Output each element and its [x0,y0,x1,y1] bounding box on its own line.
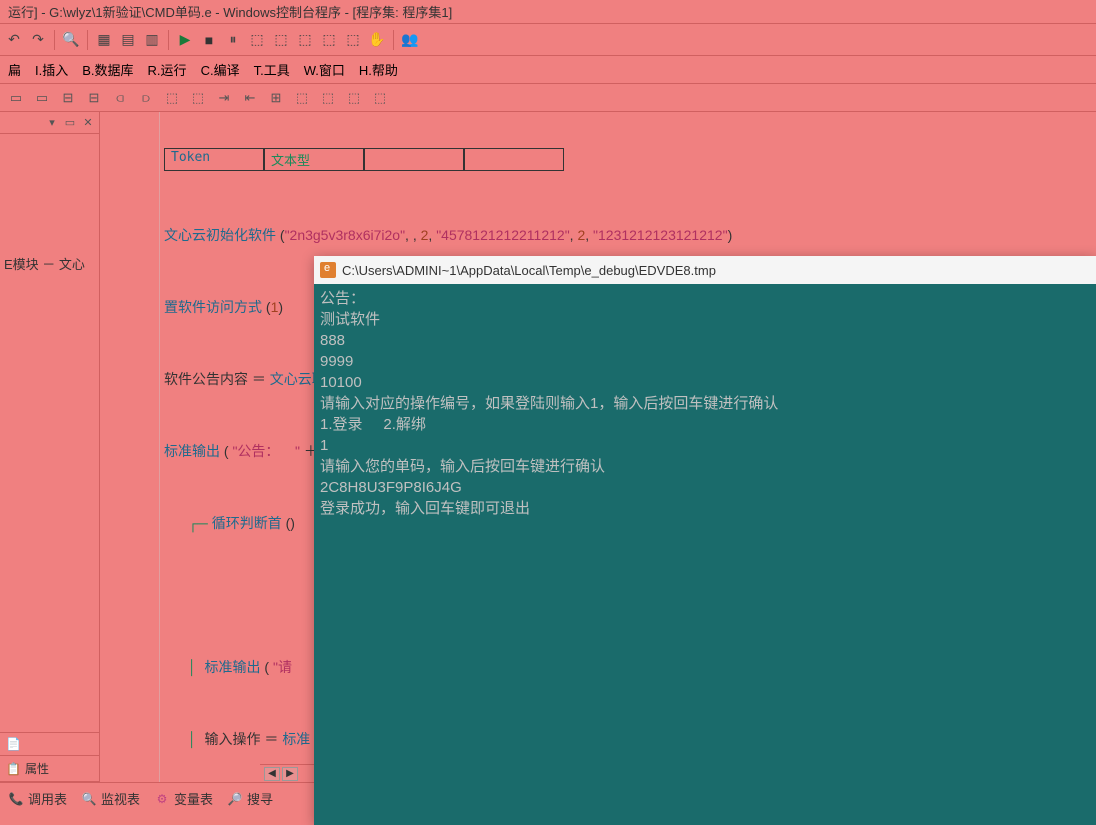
title-bar: 运行] - G:\wlyz\1新验证\CMD单码.e - Windows控制台程… [0,0,1096,24]
step4-icon[interactable]: ⬚ [319,30,339,50]
tool-icon-6[interactable]: ⫐ [136,88,156,108]
stop-icon[interactable]: ■ [199,30,219,50]
panel-close-icon[interactable]: ✕ [81,116,95,130]
hand-icon[interactable]: ✋ [367,30,387,50]
tool-icon-2[interactable]: ▭ [32,88,52,108]
sub-toolbar: ▭ ▭ ⊟ ⊟ ⫏ ⫐ ⬚ ⬚ ⇥ ⇤ ⊞ ⬚ ⬚ ⬚ ⬚ [0,84,1096,112]
tool-icon-3[interactable]: ⊟ [58,88,78,108]
call-table-label: 调用表 [28,789,67,808]
tab-prop-label: 属性 [25,760,49,777]
tool-icon-5[interactable]: ⫏ [110,88,130,108]
console-title-text: C:\Users\ADMINI~1\AppData\Local\Temp\e_d… [342,263,716,278]
separator [87,30,88,50]
call-table-icon: 📞 [8,791,24,807]
menu-edit[interactable]: 扁 [8,60,21,79]
panel-pin-icon[interactable]: ▭ [63,116,77,130]
menu-insert[interactable]: I.插入 [35,60,68,79]
layout3-icon[interactable]: ▥ [142,30,162,50]
find-icon[interactable]: 🔍 [61,30,81,50]
side-bottom-tabs: 📄 📋 属性 [0,732,99,782]
menu-run[interactable]: R.运行 [148,60,187,79]
app-icon [320,262,336,278]
var-empty-cell-2[interactable] [464,148,564,171]
step3-icon[interactable]: ⬚ [295,30,315,50]
breakpoint-icon[interactable]: ⬚ [343,30,363,50]
menu-tools[interactable]: T.工具 [254,60,290,79]
code-line: 文心云初始化软件 ("2n3g5v3r8x6i7i2o", , 2, "4578… [160,223,1096,247]
side-module-label: E模块 － 文心 [0,134,99,277]
tool-icon-7[interactable]: ⬚ [162,88,182,108]
tab-vars[interactable]: ⚙ 变量表 [154,789,213,808]
var-name-cell[interactable]: Token [164,148,264,171]
side-tab-icon-a[interactable]: 📄 [0,733,99,756]
separator [54,30,55,50]
module-icon[interactable]: 👥 [400,30,420,50]
vars-label: 变量表 [174,789,213,808]
menu-bar: 扁 I.插入 B.数据库 R.运行 C.编译 T.工具 W.窗口 H.帮助 [0,56,1096,84]
tool-icon-9[interactable]: ⇥ [214,88,234,108]
layout2-icon[interactable]: ▤ [118,30,138,50]
tab-search[interactable]: 🔎 搜寻 [227,789,273,808]
step1-icon[interactable]: ⬚ [247,30,267,50]
side-tab-properties[interactable]: 📋 属性 [0,756,99,782]
gutter [100,112,160,782]
vars-icon: ⚙ [154,791,170,807]
var-empty-cell-1[interactable] [364,148,464,171]
list-icon: 📋 [6,762,21,776]
watch-icon: 🔍 [81,791,97,807]
tool-icon-1[interactable]: ▭ [6,88,26,108]
menu-window[interactable]: W.窗口 [304,60,345,79]
console-title-bar[interactable]: C:\Users\ADMINI~1\AppData\Local\Temp\e_d… [314,256,1096,284]
side-panel: ▾ ▭ ✕ E模块 － 文心 📄 📋 属性 [0,112,100,782]
var-type-cell[interactable]: 文本型 [264,148,364,171]
toolbar-main: ↶ ↷ 🔍 ▦ ▤ ▥ ▶ ■ ⏸ ⬚ ⬚ ⬚ ⬚ ⬚ ✋ 👥 [0,24,1096,56]
search-icon: 🔎 [227,791,243,807]
watch-label: 监视表 [101,789,140,808]
tool-icon-10[interactable]: ⇤ [240,88,260,108]
tool-icon-4[interactable]: ⊟ [84,88,104,108]
var-table-row: Token 文本型 [164,148,1096,171]
panel-top-bar: ▾ ▭ ✕ [0,112,99,134]
run-icon[interactable]: ▶ [175,30,195,50]
console-output: 公告： 测试软件 888 9999 10100 请输入对应的操作编号，如果登陆则… [314,284,1096,523]
tool-icon-15[interactable]: ⬚ [370,88,390,108]
separator [393,30,394,50]
search-label: 搜寻 [247,789,273,808]
tool-icon-12[interactable]: ⬚ [292,88,312,108]
step2-icon[interactable]: ⬚ [271,30,291,50]
scroll-left-icon[interactable]: ◀ [264,767,280,781]
pause-icon[interactable]: ⏸ [223,30,243,50]
undo-icon[interactable]: ↶ [4,30,24,50]
layout1-icon[interactable]: ▦ [94,30,114,50]
menu-help[interactable]: H.帮助 [359,60,398,79]
scroll-right-icon[interactable]: ▶ [282,767,298,781]
panel-min-icon[interactable]: ▾ [45,116,59,130]
tool-icon-11[interactable]: ⊞ [266,88,286,108]
tool-icon-8[interactable]: ⬚ [188,88,208,108]
tab-watch[interactable]: 🔍 监视表 [81,789,140,808]
tab-call-table[interactable]: 📞 调用表 [8,789,67,808]
menu-database[interactable]: B.数据库 [82,60,133,79]
tool-icon-13[interactable]: ⬚ [318,88,338,108]
separator [168,30,169,50]
tool-icon-14[interactable]: ⬚ [344,88,364,108]
window-title: 运行] - G:\wlyz\1新验证\CMD单码.e - Windows控制台程… [8,5,452,20]
debug-console-window[interactable]: C:\Users\ADMINI~1\AppData\Local\Temp\e_d… [314,256,1096,825]
menu-compile[interactable]: C.编译 [201,60,240,79]
redo-icon[interactable]: ↷ [28,30,48,50]
